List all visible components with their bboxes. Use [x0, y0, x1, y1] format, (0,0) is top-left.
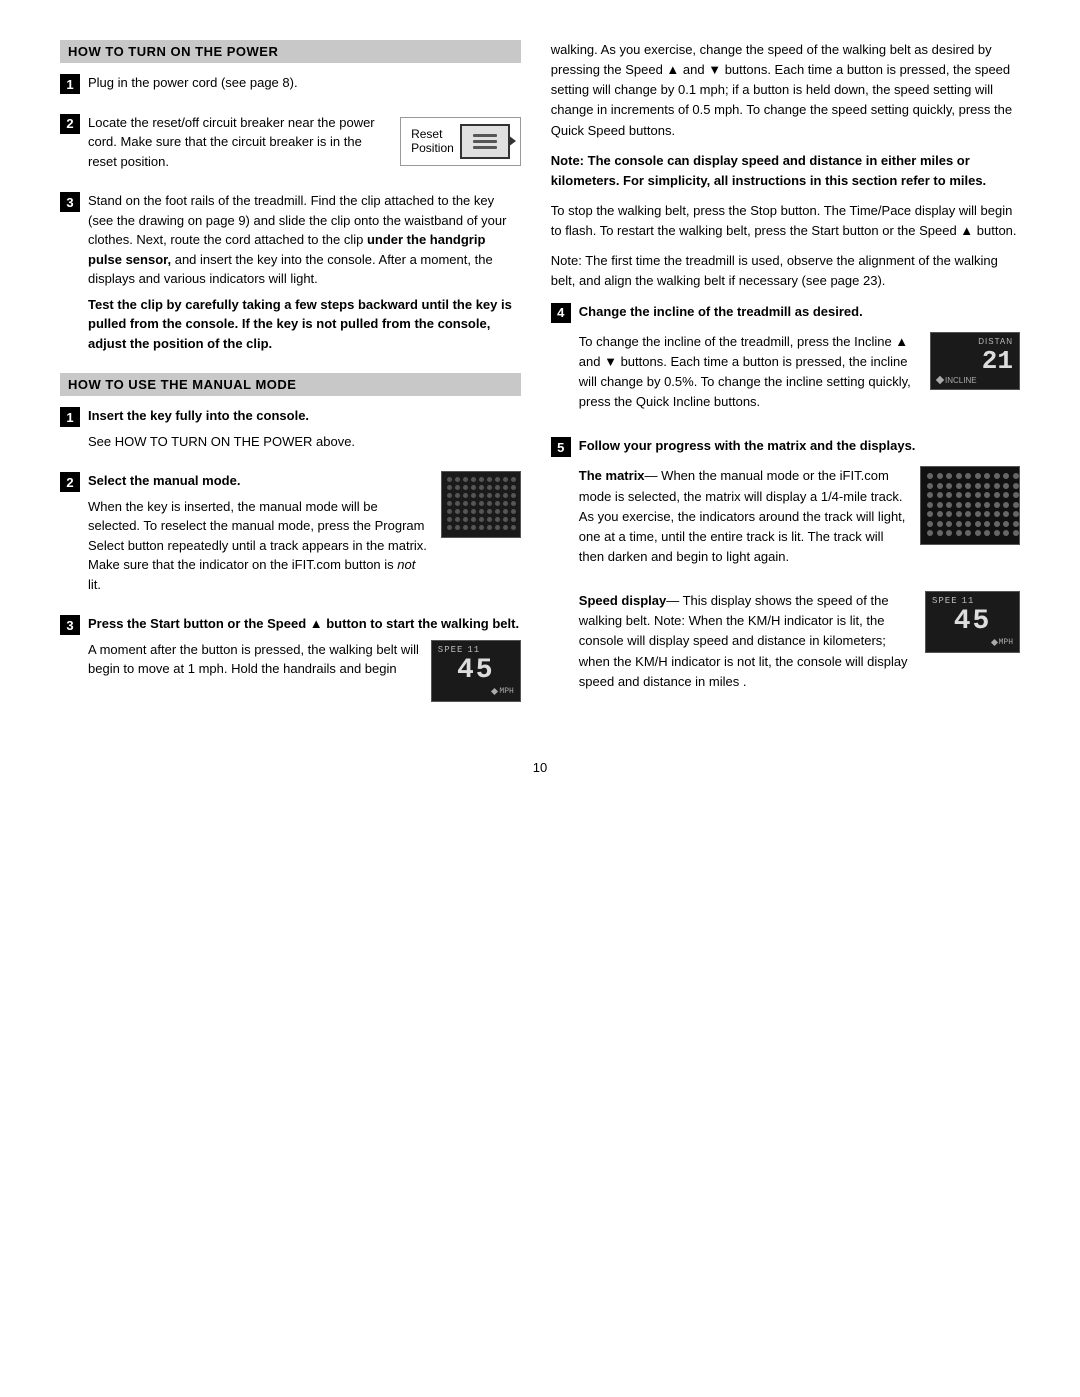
right-step-4: 4 Change the incline of the treadmill as… — [551, 302, 1020, 423]
reset-box — [460, 124, 510, 159]
speed-subsection: Speed display— This display shows the sp… — [579, 591, 1020, 702]
matrix-text: The matrix— When the manual mode or the … — [579, 466, 906, 577]
speed-text: Speed display— This display shows the sp… — [579, 591, 911, 702]
section-header-manual: HOW TO USE THE MANUAL MODE — [60, 373, 521, 396]
manual-step-2-not: not — [397, 557, 415, 572]
speed-number: 45 — [438, 657, 514, 685]
reset-position-diagram: Reset Position — [400, 117, 521, 166]
manual-step-1: 1 Insert the key fully into the console.… — [60, 406, 521, 457]
speed-description: Speed display— This display shows the sp… — [579, 591, 911, 692]
bold-note: Note: The console can display speed and … — [551, 151, 1020, 191]
note-text: Note: The first time the treadmill is us… — [551, 251, 1020, 291]
page-layout: HOW TO TURN ON THE POWER 1 Plug in the p… — [60, 40, 1020, 730]
right-step-number-5: 5 — [551, 437, 571, 457]
speed-bottom-label: MPH — [438, 687, 514, 697]
step-2-text: Locate the reset/off circuit breaker nea… — [88, 113, 390, 172]
manual-step-2: 2 Select the manual mode. When the key i… — [60, 471, 521, 600]
intro-text: walking. As you exercise, change the spe… — [551, 40, 1020, 141]
manual-step-1-bold: Insert the key fully into the console. — [88, 408, 309, 423]
incline-display: DISTAN 21 INCLINE — [930, 332, 1020, 390]
speed-large-top-label: SPEE — [932, 596, 958, 606]
speed-em-dash: — — [666, 593, 679, 608]
left-column: HOW TO TURN ON THE POWER 1 Plug in the p… — [60, 40, 521, 730]
manual-step-number-1: 1 — [60, 407, 80, 427]
step5-bold: Follow your progress with the matrix and… — [579, 438, 916, 453]
step-number-2: 2 — [60, 114, 80, 134]
step-number-1: 1 — [60, 74, 80, 94]
step4-text: To change the incline of the treadmill, … — [579, 332, 920, 413]
manual-step-2-text-part2: lit. — [88, 577, 101, 592]
reset-label-line2: Position — [411, 141, 454, 155]
manual-step-1-content: Insert the key fully into the console. S… — [88, 406, 521, 457]
right-step-number-4: 4 — [551, 303, 571, 323]
manual-step-number-2: 2 — [60, 472, 80, 492]
matrix-large-display — [920, 466, 1020, 545]
speed-large-arrows: 11 — [962, 596, 975, 606]
manual-step-1-text: See HOW TO TURN ON THE POWER above. — [88, 432, 521, 452]
speed-large-bottom: MPH — [932, 638, 1013, 648]
incline-bottom-label: INCLINE — [937, 376, 1013, 385]
speed-display-label: Speed display — [579, 593, 666, 608]
matrix-description: The matrix— When the manual mode or the … — [579, 466, 906, 567]
speed-top-label: SPEE — [438, 645, 464, 655]
speed-arrows-label: 11 — [467, 645, 480, 655]
right-step-4-content: Change the incline of the treadmill as d… — [579, 302, 1020, 423]
manual-step-2-text: When the key is inserted, the manual mod… — [88, 497, 431, 595]
power-step-3: 3 Stand on the foot rails of the treadmi… — [60, 191, 521, 359]
incline-number: 21 — [937, 348, 1013, 374]
speed-display-small: SPEE 11 45 MPH — [431, 640, 521, 702]
power-step-1: 1 Plug in the power cord (see page 8). — [60, 73, 521, 99]
manual-step-2-bold: Select the manual mode. — [88, 473, 240, 488]
step-2-content: Locate the reset/off circuit breaker nea… — [88, 113, 521, 178]
step-3-text: Stand on the foot rails of the treadmill… — [88, 191, 521, 289]
matrix-em-dash: — — [645, 468, 658, 483]
incline-top-label: DISTAN — [937, 337, 1013, 346]
manual-step-number-3: 3 — [60, 615, 80, 635]
step-3-content: Stand on the foot rails of the treadmill… — [88, 191, 521, 359]
reset-label-line1: Reset — [411, 127, 454, 141]
manual-step-3-content: Press the Start button or the Speed ▲ bu… — [88, 614, 521, 702]
power-step-2: 2 Locate the reset/off circuit breaker n… — [60, 113, 521, 178]
right-column: walking. As you exercise, change the spe… — [551, 40, 1020, 730]
speed-display-large: SPEE 11 45 MPH — [925, 591, 1020, 653]
matrix-subsection: The matrix— When the manual mode or the … — [579, 466, 1020, 577]
step-1-text: Plug in the power cord (see page 8). — [88, 73, 521, 93]
stop-text: To stop the walking belt, press the Stop… — [551, 201, 1020, 241]
page-number: 10 — [60, 760, 1020, 775]
speed-large-number: 45 — [932, 608, 1013, 636]
right-step-5-content: Follow your progress with the matrix and… — [579, 436, 1020, 716]
manual-step-3-text: A moment after the button is pressed, th… — [88, 640, 421, 679]
section-header-power: HOW TO TURN ON THE POWER — [60, 40, 521, 63]
matrix-small-display — [441, 471, 521, 538]
manual-step-2-content: Select the manual mode. When the key is … — [88, 471, 521, 600]
manual-step-3-bold: Press the Start button or the Speed ▲ bu… — [88, 616, 519, 631]
step-1-content: Plug in the power cord (see page 8). — [88, 73, 521, 99]
step-number-3: 3 — [60, 192, 80, 212]
matrix-label: The matrix — [579, 468, 645, 483]
manual-step-3: 3 Press the Start button or the Speed ▲ … — [60, 614, 521, 702]
right-step-5: 5 Follow your progress with the matrix a… — [551, 436, 1020, 716]
step-3-bold2: Test the clip by carefully taking a few … — [88, 295, 521, 354]
step4-bold: Change the incline of the treadmill as d… — [579, 304, 863, 319]
